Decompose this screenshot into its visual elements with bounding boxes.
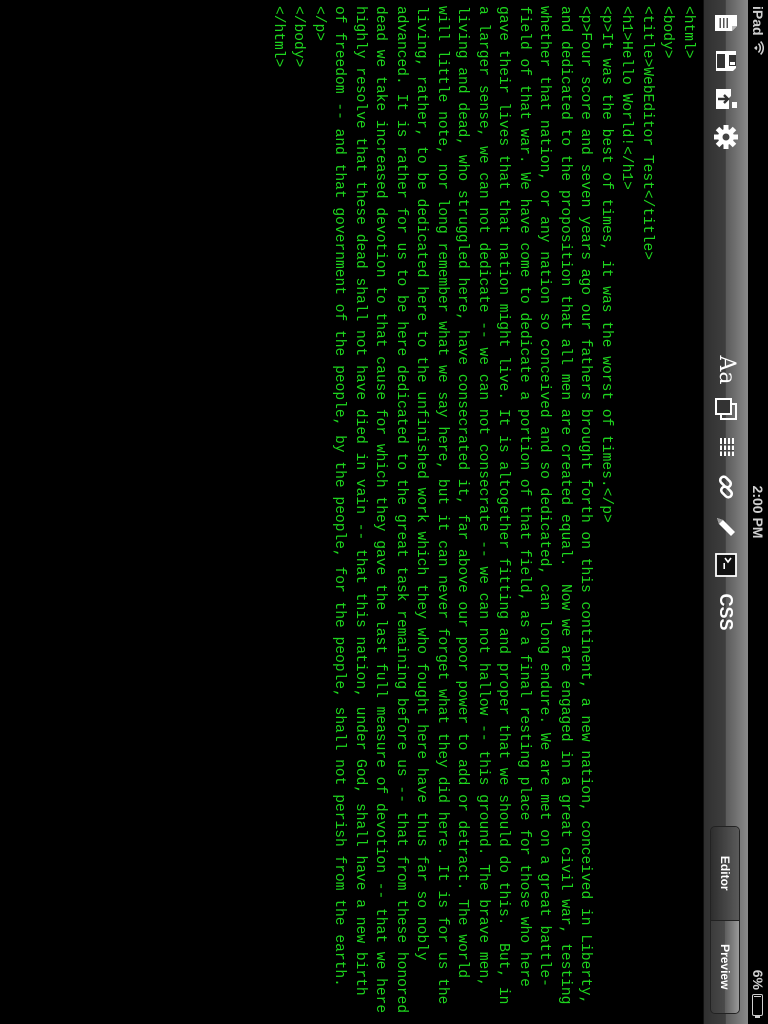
- gear-icon[interactable]: [711, 122, 741, 152]
- font-size-icon[interactable]: Aa: [711, 355, 741, 385]
- new-document-icon[interactable]: [711, 8, 741, 38]
- preview-tab-label: Preview: [718, 944, 732, 990]
- code-line: <title>WebEditor Test</title>: [639, 6, 655, 260]
- ipad-screen: iPad 2:00 PM 6% Aa CSS Editor Preview <h…: [0, 0, 768, 1024]
- font-size-label: Aa: [714, 355, 739, 385]
- toolbar: Aa CSS Editor Preview: [703, 0, 748, 1024]
- code-line: <body>: [659, 6, 676, 59]
- code-line: <p>Four score and seven years ago our fa…: [311, 6, 594, 1022]
- battery-percent: 6%: [750, 969, 766, 990]
- editor-tab-label: Editor: [718, 855, 732, 891]
- link-icon[interactable]: [711, 472, 741, 502]
- list-icon[interactable]: [711, 432, 741, 462]
- pencil-icon[interactable]: [711, 512, 741, 542]
- status-bar: iPad 2:00 PM 6%: [748, 0, 768, 1024]
- battery-icon: [752, 994, 764, 1016]
- editor-tab[interactable]: Editor: [711, 827, 739, 920]
- export-icon[interactable]: [711, 84, 741, 114]
- code-line: </body>: [290, 6, 307, 68]
- battery-fill: [754, 996, 762, 997]
- view-mode-segmented-control: Editor Preview: [710, 826, 740, 1014]
- code-line: </html>: [270, 6, 286, 68]
- status-time: 2:00 PM: [750, 485, 766, 539]
- code-line: <html>: [680, 6, 696, 59]
- preview-tab[interactable]: Preview: [711, 919, 739, 1013]
- copy-icon[interactable]: [711, 394, 741, 424]
- code-editor[interactable]: <html> <body> <title>WebEditor Test</tit…: [0, 0, 703, 1024]
- css-label: CSS: [716, 593, 736, 631]
- code-line: <h1>Hello World!</h1>: [618, 6, 635, 190]
- code-line: <p>It was the best of times, it was the …: [598, 6, 614, 523]
- editor-text[interactable]: <html> <body> <title>WebEditor Test</tit…: [268, 0, 704, 1024]
- landscape-view: iPad 2:00 PM 6% Aa CSS Editor Preview <h…: [0, 0, 768, 1024]
- terminal-icon[interactable]: [711, 550, 741, 580]
- status-battery: 6%: [750, 970, 766, 1016]
- save-icon[interactable]: [711, 46, 741, 76]
- css-button[interactable]: CSS: [711, 590, 741, 634]
